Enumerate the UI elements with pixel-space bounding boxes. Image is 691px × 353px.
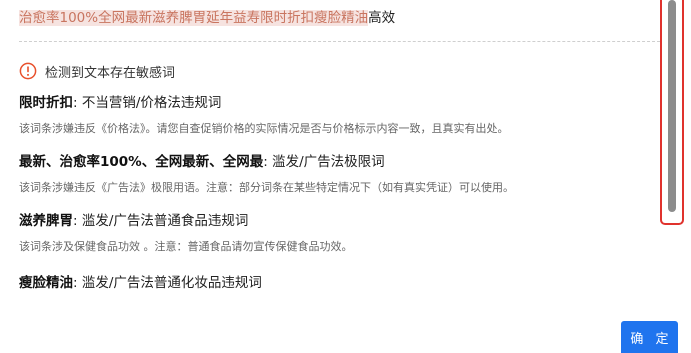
violation-heading: 最新、治愈率100%、全网最新、全网最: 滥发/广告法极限词 (19, 152, 659, 172)
violation-category: 不当营销/价格法违规词 (81, 95, 222, 111)
normal-text: 高效 (368, 10, 396, 26)
violation-separator: : (263, 154, 268, 170)
violation-item-food: 滋养脾胃: 滥发/广告法普通食品违规词 该词条涉及保健食品功效 。注意：普通食品… (19, 211, 659, 255)
violation-item-cosmetic: 瘦脸精油: 滥发/广告法普通化妆品违规词 (19, 273, 659, 293)
flagged-text: 治愈率100%全网最新滋养脾胃延年益寿限时折扣瘦脸精油 (19, 10, 369, 26)
violation-separator: : (73, 275, 78, 291)
violation-separator: : (73, 95, 78, 111)
violation-description: 该词条涉嫌违反《广告法》极限用语。注意：部分词条在某些特定情况下（如有真实凭证）… (19, 181, 514, 194)
confirm-button[interactable]: 确 定 (621, 321, 678, 353)
exclamation-circle-icon (19, 62, 37, 80)
checked-text: 治愈率100%全网最新滋养脾胃延年益寿限时折扣瘦脸精油高效 (19, 8, 395, 28)
violation-category: 滥发/广告法普通食品违规词 (81, 213, 249, 229)
violation-keywords: 限时折扣 (19, 95, 73, 111)
dashed-divider (19, 41, 660, 42)
sensitive-word-dialog: 治愈率100%全网最新滋养脾胃延年益寿限时折扣瘦脸精油高效 检测到文本存在敏感词… (0, 0, 691, 353)
violation-keywords: 最新、治愈率100%、全网最新、全网最 (19, 154, 264, 170)
violation-heading: 瘦脸精油: 滥发/广告法普通化妆品违规词 (19, 273, 659, 293)
scrollbar-thumb[interactable] (668, 0, 676, 212)
violation-heading: 滋养脾胃: 滥发/广告法普通食品违规词 (19, 211, 659, 231)
violation-keywords: 滋养脾胃 (19, 213, 73, 229)
violation-heading: 限时折扣: 不当营销/价格法违规词 (19, 93, 659, 113)
violation-category: 滥发/广告法普通化妆品违规词 (81, 275, 262, 291)
warning-text: 检测到文本存在敏感词 (45, 65, 176, 81)
violation-category: 滥发/广告法极限词 (272, 154, 385, 170)
violation-description: 该词条涉及保健食品功效 。注意：普通食品请勿宣传保健食品功效。 (19, 240, 353, 253)
dialog-content: 治愈率100%全网最新滋养脾胃延年益寿限时折扣瘦脸精油高效 检测到文本存在敏感词… (0, 0, 660, 300)
violation-item-extreme: 最新、治愈率100%、全网最新、全网最: 滥发/广告法极限词 该词条涉嫌违反《广… (19, 152, 659, 196)
violation-separator: : (73, 213, 78, 229)
violation-item-price: 限时折扣: 不当营销/价格法违规词 该词条涉嫌违反《价格法》。请您自查促销价格的… (19, 93, 659, 137)
violation-description: 该词条涉嫌违反《价格法》。请您自查促销价格的实际情况是否与价格标示内容一致，且真… (19, 122, 509, 135)
warning-row: 检测到文本存在敏感词 (19, 60, 175, 82)
violation-keywords: 瘦脸精油 (19, 275, 73, 291)
